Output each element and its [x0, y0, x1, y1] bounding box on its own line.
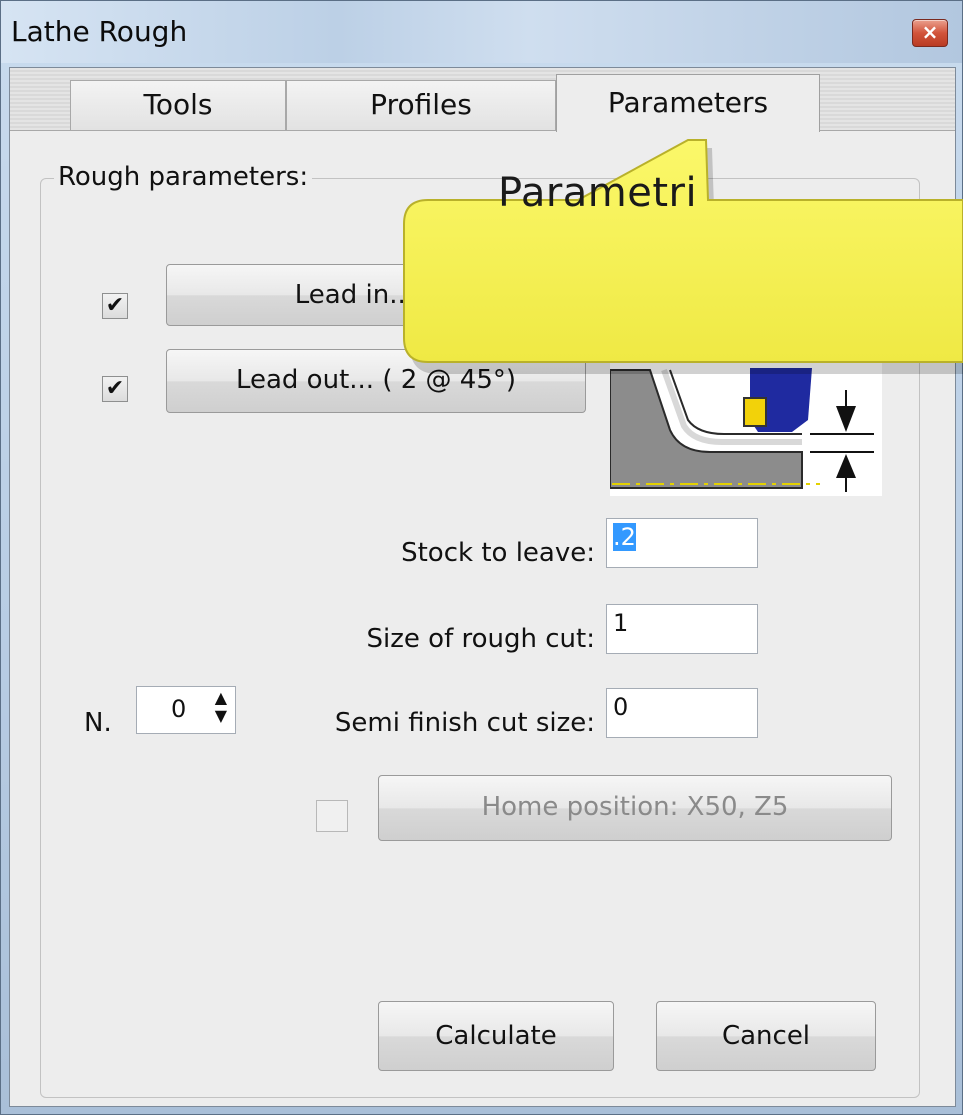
- spin-down-icon[interactable]: ▼: [215, 707, 227, 725]
- dialog-client-area: Tools Profiles Parameters Rough paramete…: [9, 67, 956, 1107]
- rough-cut-size-value: 1: [613, 609, 629, 637]
- passes-value: 0: [171, 695, 187, 723]
- rough-cut-size-input[interactable]: 1: [606, 604, 758, 654]
- lead-in-checkbox[interactable]: ✔: [102, 293, 128, 319]
- lead-out-checkbox[interactable]: ✔: [102, 376, 128, 402]
- group-label: Rough parameters:: [54, 162, 313, 192]
- home-position-checkbox[interactable]: [316, 800, 348, 832]
- cancel-label: Cancel: [721, 1021, 811, 1051]
- check-icon: ✔: [105, 376, 125, 401]
- tab-strip: Tools Profiles Parameters: [10, 68, 955, 132]
- calculate-label: Calculate: [435, 1021, 557, 1051]
- semi-finish-size-input[interactable]: 0: [606, 688, 758, 738]
- rough-diagram-image: [609, 360, 882, 496]
- title-bar[interactable]: Lathe Rough ×: [1, 1, 962, 63]
- passes-label: N.: [84, 708, 112, 738]
- lead-out-button[interactable]: Lead out... ( 2 @ 45°): [166, 349, 586, 413]
- spin-arrows[interactable]: ▲ ▼: [215, 689, 227, 725]
- semi-finish-size-value: 0: [613, 693, 629, 721]
- tab-parameters[interactable]: Parameters: [556, 74, 820, 132]
- lead-in-button[interactable]: Lead in... ( 2: [166, 264, 586, 326]
- rough-cut-size-label: Size of rough cut:: [366, 624, 595, 654]
- tab-profiles[interactable]: Profiles: [286, 80, 556, 130]
- stock-to-leave-value: .2: [613, 523, 636, 551]
- home-position-button[interactable]: Home position: X50, Z5: [378, 775, 892, 841]
- lead-in-label: Lead in... ( 2: [294, 280, 458, 310]
- calculate-button[interactable]: Calculate: [378, 1001, 614, 1071]
- semi-finish-size-label: Semi finish cut size:: [334, 708, 595, 738]
- passes-spinner[interactable]: 0 ▲ ▼: [136, 686, 236, 734]
- home-position-label: Home position: X50, Z5: [481, 792, 789, 822]
- window-title: Lathe Rough: [11, 15, 188, 48]
- lathe-profile-diagram: [609, 360, 882, 496]
- close-icon: ×: [921, 20, 939, 44]
- lead-out-label: Lead out... ( 2 @ 45°): [235, 365, 517, 395]
- stock-to-leave-label: Stock to leave:: [401, 538, 595, 568]
- lathe-rough-window: Lathe Rough × Tools Profiles Parameters …: [0, 0, 963, 1115]
- cancel-button[interactable]: Cancel: [656, 1001, 876, 1071]
- stock-to-leave-input[interactable]: .2: [606, 518, 758, 568]
- tab-tools[interactable]: Tools: [70, 80, 286, 130]
- check-icon: ✔: [105, 293, 125, 318]
- spin-up-icon[interactable]: ▲: [215, 689, 227, 707]
- close-button[interactable]: ×: [912, 19, 948, 47]
